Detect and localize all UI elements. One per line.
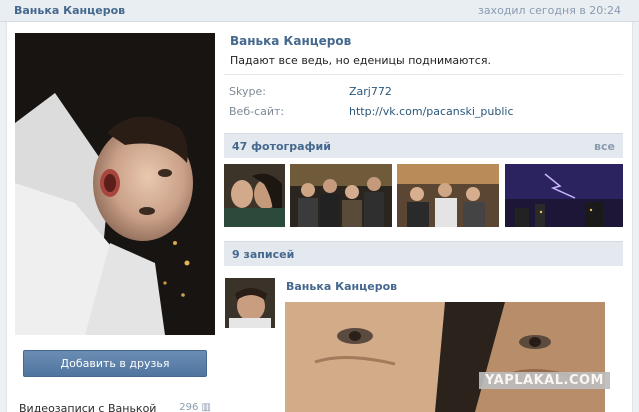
photo-thumbnail[interactable]	[397, 164, 499, 227]
videos-count: 296 ▥	[179, 402, 211, 412]
photo-thumbnail-icon	[224, 164, 285, 227]
header-user-name[interactable]: Ванька Канцеров	[14, 4, 125, 17]
add-friend-button[interactable]: Добавить в друзья	[23, 350, 207, 377]
post-author-name[interactable]: Ванька Канцеров	[286, 280, 397, 293]
post-image[interactable]	[285, 302, 605, 412]
avatar-photo-icon	[15, 33, 215, 335]
top-bar: Ванька Канцеров заходил сегодня в 20:24	[0, 0, 639, 22]
photo-thumbnail-icon	[290, 164, 392, 227]
post-photo-icon	[285, 302, 605, 412]
photos-section-title[interactable]: 47 фотографий	[232, 140, 331, 153]
profile-name: Ванька Канцеров	[230, 34, 352, 48]
video-icon: ▥	[201, 402, 211, 412]
info-label-skype: Skype:	[229, 85, 266, 98]
photos-section-header[interactable]: 47 фотографий все	[224, 133, 623, 158]
wall-section-title[interactable]: 9 записей	[232, 248, 294, 261]
profile-status: Падают все ведь, но еденицы поднимаются.	[230, 54, 491, 67]
photos-all-link[interactable]: все	[594, 140, 615, 153]
watermark-logo: YAPLAKAL.COM	[479, 372, 610, 389]
photo-thumbnail-icon	[505, 164, 623, 227]
photo-thumbnail[interactable]	[290, 164, 392, 227]
last-seen-status: заходил сегодня в 20:24	[477, 4, 621, 17]
photo-thumbnail[interactable]	[505, 164, 623, 227]
post-author-avatar[interactable]	[225, 278, 275, 328]
videos-label: Видеозаписи с Ванькой	[19, 402, 157, 412]
post-avatar-photo-icon	[225, 278, 275, 328]
photo-thumbnail[interactable]	[224, 164, 285, 227]
profile-avatar[interactable]	[15, 33, 215, 335]
info-label-website: Веб-сайт:	[229, 105, 285, 118]
videos-link[interactable]: Видеозаписи с Ванькой 296 ▥	[19, 402, 211, 412]
info-value-skype: Zarj772	[349, 85, 392, 98]
photo-thumbnail-icon	[397, 164, 499, 227]
wall-section-header[interactable]: 9 записей	[224, 241, 623, 266]
profile-page: Добавить в друзья Видеозаписи с Ванькой …	[6, 22, 633, 412]
info-value-website[interactable]: http://vk.com/pacanski_public	[349, 105, 514, 118]
divider	[224, 74, 623, 75]
